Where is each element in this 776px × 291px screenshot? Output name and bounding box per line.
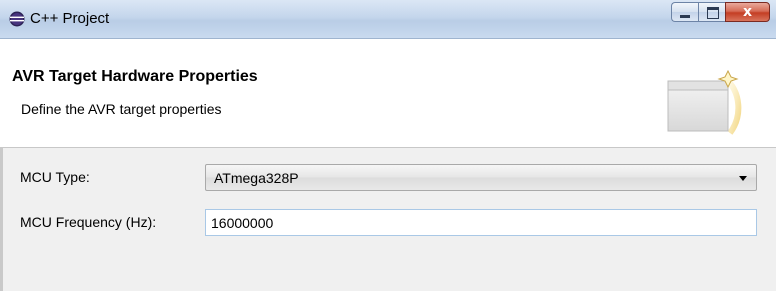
chevron-down-icon[interactable]	[739, 176, 747, 181]
eclipse-icon	[9, 11, 25, 27]
dialog-window: C++ Project x AVR Target Hardware Proper…	[0, 0, 776, 291]
close-icon: x	[742, 4, 753, 20]
page-description: Define the AVR target properties	[21, 101, 222, 117]
mcu-frequency-label: MCU Frequency (Hz):	[20, 214, 157, 230]
maximize-icon	[707, 7, 719, 19]
left-edge	[0, 147, 3, 291]
mcu-type-select[interactable]: ATmega328P	[205, 164, 757, 191]
title-bar[interactable]: C++ Project x	[0, 0, 776, 39]
close-button[interactable]: x	[725, 2, 770, 22]
mcu-frequency-input[interactable]	[205, 209, 757, 236]
minimize-button[interactable]	[671, 2, 698, 22]
mcu-type-label: MCU Type:	[20, 169, 90, 185]
mcu-type-value: ATmega328P	[214, 170, 299, 186]
wizard-header: AVR Target Hardware Properties Define th…	[0, 39, 776, 148]
minimize-icon	[680, 15, 690, 18]
wizard-window-icon	[667, 69, 742, 135]
window-controls: x	[671, 2, 770, 24]
window-title: C++ Project	[30, 10, 110, 27]
maximize-button[interactable]	[698, 2, 725, 22]
page-title: AVR Target Hardware Properties	[12, 68, 258, 85]
